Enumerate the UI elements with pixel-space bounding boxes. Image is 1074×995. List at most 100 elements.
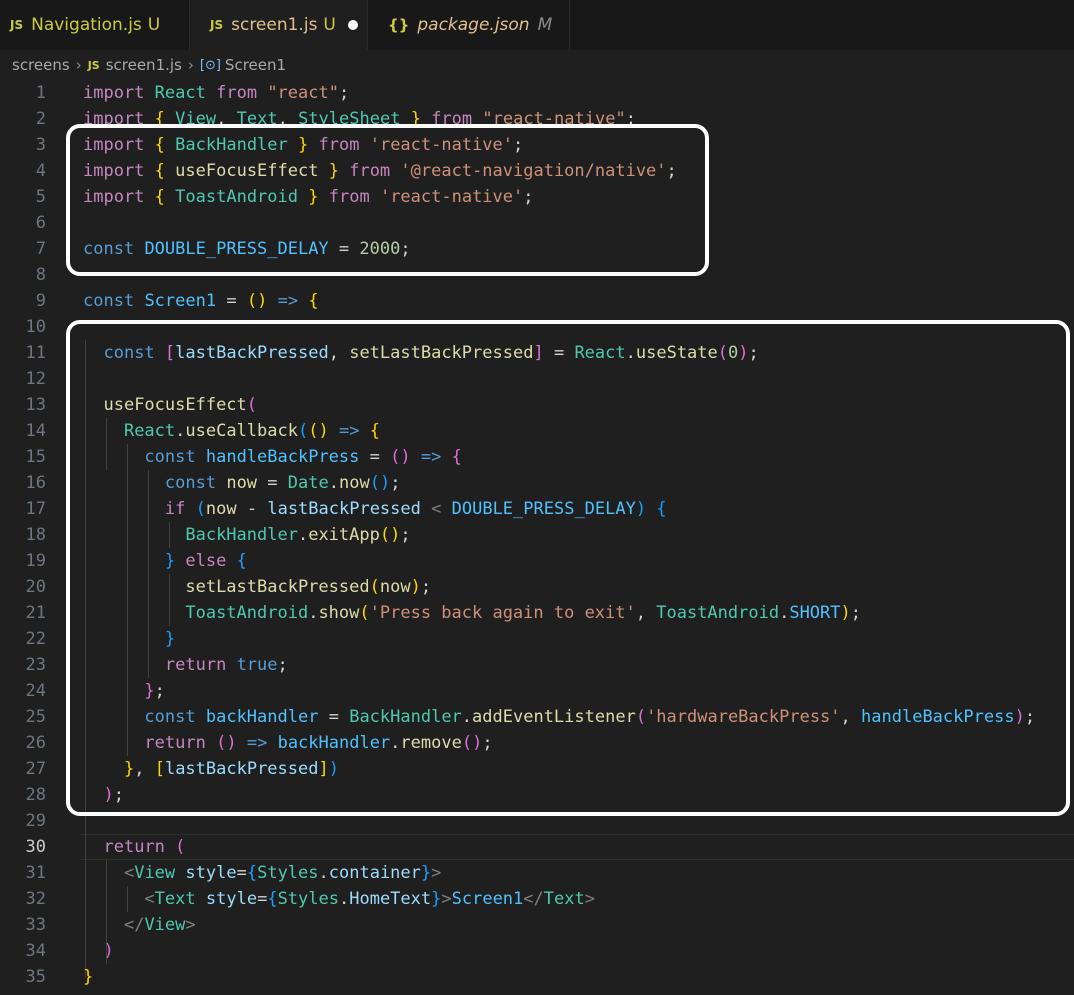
unsaved-dot-icon[interactable] <box>347 20 358 30</box>
code-line[interactable]: 4 import { useFocusEffect } from '@react-… <box>0 158 1074 184</box>
code-text: React.useCallback(() => { <box>123 421 380 441</box>
line-number: 24 <box>25 681 46 701</box>
code-line[interactable]: 10 <box>0 314 1074 340</box>
js-file-icon: JS <box>87 58 100 72</box>
code-line[interactable]: 13 useFocusEffect( <box>0 392 1074 418</box>
code-line[interactable]: 8 <box>0 262 1074 288</box>
code-text: } <box>164 629 176 649</box>
code-line[interactable]: 35} <box>0 964 1074 990</box>
code-text: setLastBackPressed(now); <box>185 577 432 597</box>
code-line[interactable]: 26 return () => backHandler.remove(); <box>0 730 1074 756</box>
line-number: 32 <box>25 889 46 909</box>
code-text: import { BackHandler } from 'react-nativ… <box>83 135 524 155</box>
line-number: 33 <box>25 915 46 935</box>
code-line[interactable]: 12 <box>0 366 1074 392</box>
code-text: }, [lastBackPressed]) <box>123 759 339 779</box>
breadcrumb-symbol[interactable]: Screen1 <box>225 56 286 74</box>
line-number: 30 <box>25 837 46 857</box>
line-number: 19 <box>25 551 46 571</box>
code-line[interactable]: 14 React.useCallback(() => { <box>0 418 1074 444</box>
code-line[interactable]: 1 import React from "react"; <box>0 80 1074 106</box>
line-number: 12 <box>25 369 46 389</box>
code-text: return () => backHandler.remove(); <box>144 733 493 753</box>
code-text: import { View, Text, StyleSheet } from "… <box>83 109 636 129</box>
code-line[interactable]: 28 ); <box>0 782 1074 808</box>
code-text: <View style={Styles.container}> <box>123 863 442 883</box>
tab-package-json[interactable]: {} package.json M <box>368 0 570 50</box>
breadcrumb-file[interactable]: screen1.js <box>106 56 182 74</box>
code-text: } else { <box>164 551 247 571</box>
code-line[interactable]: 22 } <box>0 626 1074 652</box>
code-line[interactable]: 15 const handleBackPress = () => { <box>0 444 1074 470</box>
tab-navigation-js[interactable]: JS Navigation.js U <box>0 0 190 50</box>
code-line[interactable]: 6 <box>0 210 1074 236</box>
line-number: 23 <box>25 655 46 675</box>
code-line[interactable]: 7 const DOUBLE_PRESS_DELAY = 2000; <box>0 236 1074 262</box>
code-text: const Screen1 = () => { <box>83 291 319 311</box>
code-text: const now = Date.now(); <box>164 473 401 493</box>
breadcrumb-folder[interactable]: screens <box>12 56 70 74</box>
code-text: ToastAndroid.show('Press back again to e… <box>185 603 862 623</box>
line-number: 2 <box>35 109 46 129</box>
line-number: 26 <box>25 733 46 753</box>
code-line[interactable]: 5 import { ToastAndroid } from 'react-nat… <box>0 184 1074 210</box>
code-line[interactable]: 29 <box>0 808 1074 834</box>
code-line[interactable]: 2 import { View, Text, StyleSheet } from … <box>0 106 1074 132</box>
code-line[interactable]: 27 }, [lastBackPressed]) <box>0 756 1074 782</box>
code-text: import React from "react"; <box>83 83 350 103</box>
line-number: 25 <box>25 707 46 727</box>
code-line[interactable]: 32 <Text style={Styles.HomeText}>Screen1… <box>0 886 1074 912</box>
line-number: 5 <box>35 187 46 207</box>
tab-status: U <box>147 15 161 35</box>
code-text: } <box>83 967 94 987</box>
code-line[interactable]: 17 if (now - lastBackPressed < DOUBLE_PR… <box>0 496 1074 522</box>
code-text: }; <box>144 681 165 701</box>
tab-screen1-js[interactable]: JS screen1.js U <box>190 0 368 50</box>
code-line[interactable]: 3 import { BackHandler } from 'react-nati… <box>0 132 1074 158</box>
code-line[interactable]: 24 }; <box>0 678 1074 704</box>
line-number: 28 <box>25 785 46 805</box>
code-line[interactable]: 33 </View> <box>0 912 1074 938</box>
line-number: 20 <box>25 577 46 597</box>
code-line[interactable]: 9 const Screen1 = () => { <box>0 288 1074 314</box>
line-number: 8 <box>35 265 46 285</box>
line-number: 31 <box>25 863 46 883</box>
chevron-right-icon: › <box>75 56 82 74</box>
code-text: <Text style={Styles.HomeText}>Screen1</T… <box>144 889 595 909</box>
code-line[interactable]: 34 ) <box>0 938 1074 964</box>
code-line[interactable]: 18 BackHandler.exitApp(); <box>0 522 1074 548</box>
code-text: ) <box>103 941 114 961</box>
line-number: 9 <box>35 291 46 311</box>
code-text: import { useFocusEffect } from '@react-n… <box>83 161 677 181</box>
line-number: 18 <box>25 525 46 545</box>
line-number: 6 <box>35 213 46 233</box>
line-number: 7 <box>35 239 46 259</box>
code-line[interactable]: 23 return true; <box>0 652 1074 678</box>
line-number: 1 <box>35 83 46 103</box>
code-line[interactable]: 25 const backHandler = BackHandler.addEv… <box>0 704 1074 730</box>
breadcrumb: screens › JS screen1.js › [⊙] Screen1 <box>0 52 1074 78</box>
line-number: 35 <box>25 967 46 987</box>
line-number: 29 <box>25 811 46 831</box>
js-file-icon: JS <box>210 18 224 32</box>
code-line[interactable]: 11 const [lastBackPressed, setLastBackPr… <box>0 340 1074 366</box>
code-line[interactable]: 20 setLastBackPressed(now); <box>0 574 1074 600</box>
code-editor[interactable]: 1 import React from "react"; 2 import { Vie… <box>0 80 1074 995</box>
code-text: return true; <box>164 655 288 675</box>
code-line[interactable]: 16 const now = Date.now(); <box>0 470 1074 496</box>
tab-label: Navigation.js <box>31 15 142 35</box>
code-text: import { ToastAndroid } from 'react-nati… <box>83 187 534 207</box>
line-number: 11 <box>25 343 46 363</box>
line-number: 3 <box>35 135 46 155</box>
code-line[interactable]: 21 ToastAndroid.show('Press back again t… <box>0 600 1074 626</box>
code-line[interactable]: 19 } else { <box>0 548 1074 574</box>
line-number: 17 <box>25 499 46 519</box>
js-file-icon: JS <box>10 18 24 32</box>
tab-label: package.json <box>417 15 530 35</box>
line-number: 21 <box>25 603 46 623</box>
tab-status: M <box>537 15 553 35</box>
code-line[interactable]: 30 return ( <box>0 834 1074 860</box>
code-line[interactable]: 31 <View style={Styles.container}> <box>0 860 1074 886</box>
code-text: ); <box>103 785 124 805</box>
line-number: 13 <box>25 395 46 415</box>
